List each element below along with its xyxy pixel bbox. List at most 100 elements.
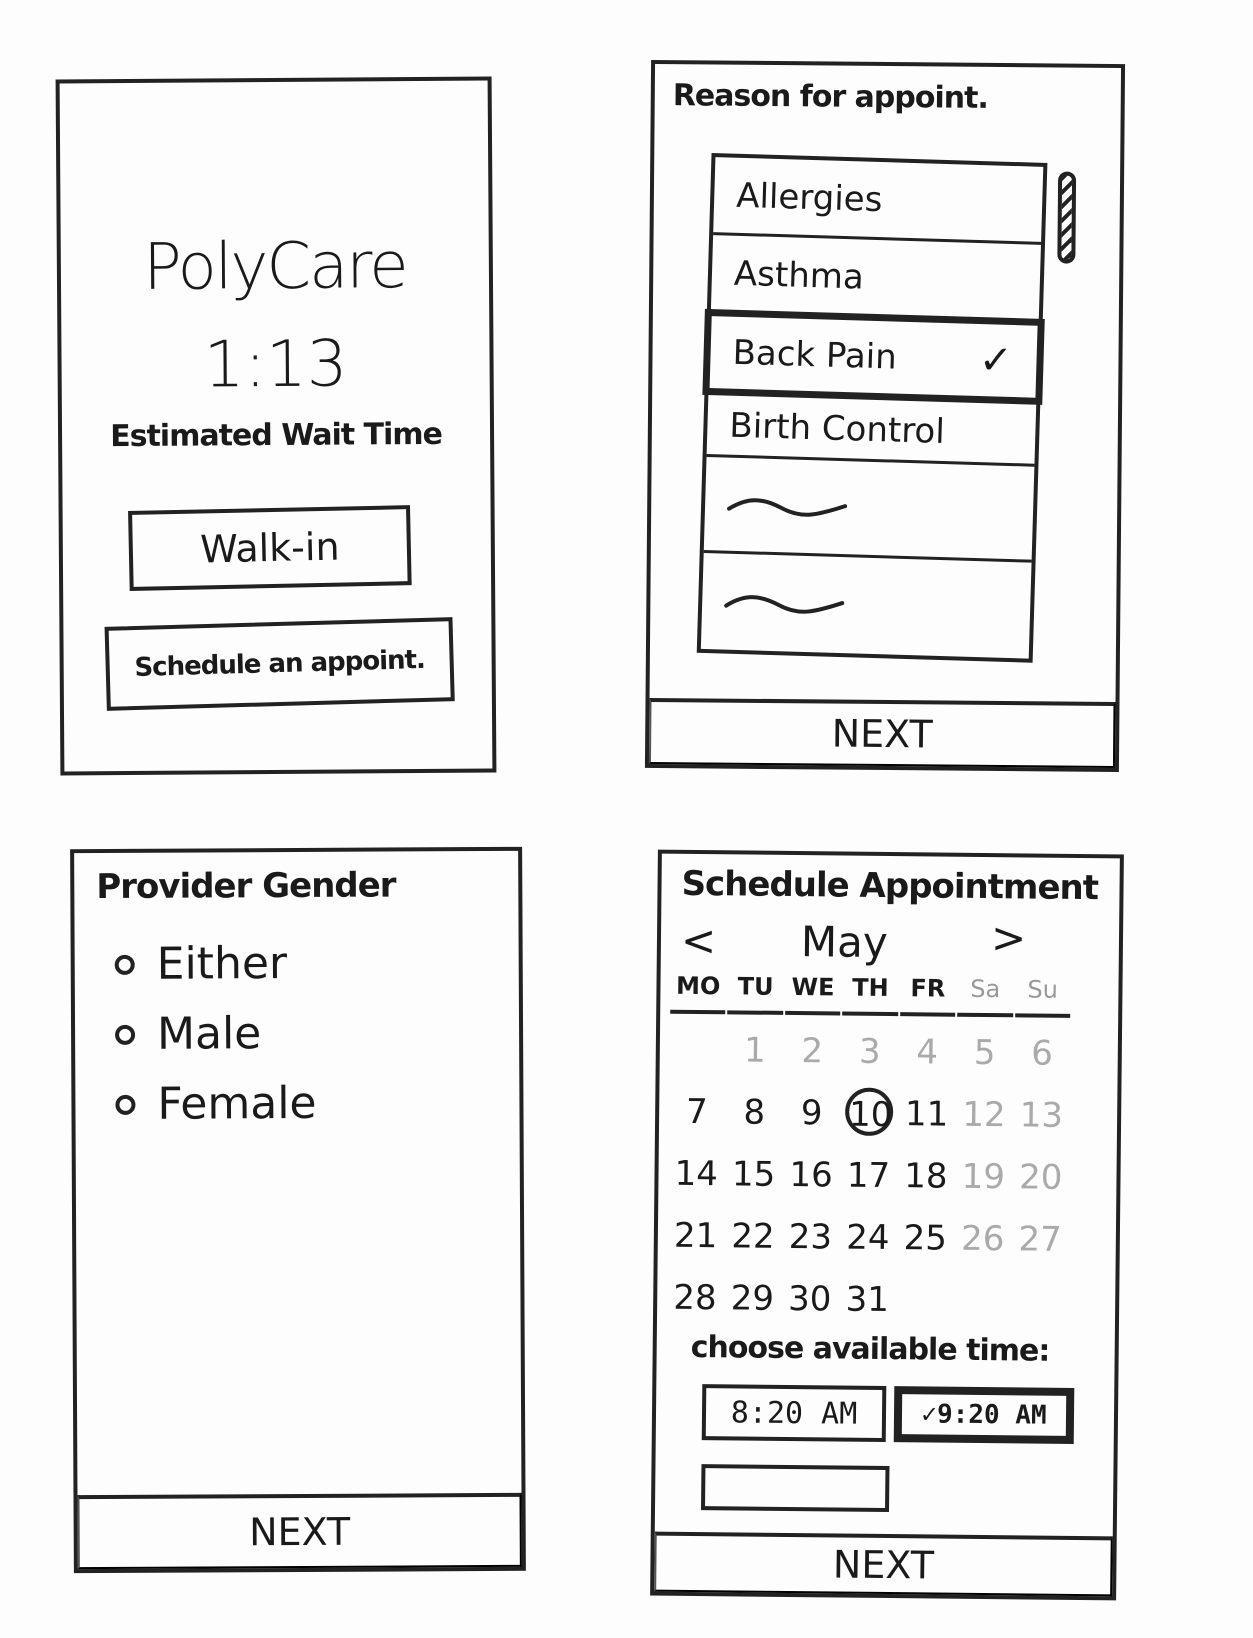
- choose-time-label: choose available time:: [690, 1329, 1050, 1369]
- time-slot-button[interactable]: 8:20 AM: [701, 1384, 887, 1442]
- calendar-day[interactable]: 31: [839, 1274, 895, 1327]
- weekday-header: FR: [899, 974, 956, 1017]
- calendar-day[interactable]: 24: [840, 1212, 896, 1265]
- weekday-header: TU: [727, 972, 784, 1015]
- weekday-header: Su: [1014, 975, 1071, 1018]
- reason-item-label: Back Pain: [732, 332, 898, 378]
- calendar-day[interactable]: 20: [1013, 1151, 1069, 1204]
- calendar-day[interactable]: 14: [668, 1148, 724, 1201]
- month-label: May: [800, 917, 889, 967]
- calendar-day-number: 29: [730, 1278, 775, 1319]
- calendar-day-number: 12: [962, 1094, 1006, 1136]
- calendar-day[interactable]: 29: [724, 1272, 780, 1325]
- time-slot-button-selected[interactable]: ✓9:20 AM: [893, 1386, 1075, 1444]
- calendar-day[interactable]: 11: [899, 1088, 955, 1141]
- reason-item-label: Allergies: [735, 175, 883, 220]
- wait-time-label: Estimated Wait Time: [110, 416, 443, 455]
- calendar-day[interactable]: 28: [667, 1272, 723, 1325]
- calendar-day[interactable]: 5: [957, 1027, 1013, 1080]
- option-female[interactable]: Female: [115, 1078, 317, 1130]
- screen-provider-gender: Provider Gender Either Male Female NEXT: [70, 846, 526, 1574]
- calendar-day-number: 19: [961, 1156, 1006, 1198]
- placeholder-squiggle: [724, 595, 845, 614]
- schedule-heading: Schedule Appointment: [681, 863, 1099, 909]
- calendar-day[interactable]: 9: [784, 1087, 840, 1140]
- calendar-day[interactable]: 16: [783, 1149, 839, 1202]
- option-either[interactable]: Either: [114, 938, 288, 990]
- calendar-day-number: 24: [846, 1217, 890, 1259]
- option-label: Male: [156, 1008, 262, 1060]
- calendar-day-number: 25: [903, 1218, 948, 1259]
- calendar-grid: MO TU WE TH FR Sa Su 1 2 3 4 5 6 7 8 9 10 11 12 13 14 15 16 17 1…: [667, 971, 1071, 1328]
- calendar-day[interactable]: 12: [956, 1089, 1012, 1142]
- reason-heading: Reason for appoint.: [672, 78, 988, 116]
- calendar-day-number: 14: [674, 1153, 719, 1195]
- calendar-day[interactable]: 6: [1014, 1027, 1070, 1080]
- calendar-day-number: 30: [787, 1278, 832, 1320]
- calendar-day-number: 21: [673, 1215, 718, 1257]
- calendar-day[interactable]: 15: [726, 1148, 782, 1201]
- reason-item-back-pain[interactable]: Back Pain ✓: [702, 308, 1045, 405]
- calendar-day[interactable]: 4: [899, 1026, 955, 1079]
- reason-item-label: Birth Control: [728, 405, 946, 452]
- screen-schedule: Schedule Appointment < May > MO TU WE TH FR S…: [650, 849, 1124, 1601]
- calendar-day-number: 16: [789, 1154, 833, 1196]
- calendar-day[interactable]: 19: [955, 1151, 1011, 1204]
- next-button[interactable]: NEXT: [77, 1492, 522, 1570]
- calendar-day[interactable]: 26: [955, 1213, 1011, 1266]
- screen-home: PolyCare 1:13 Estimated Wait Time Walk-i…: [55, 76, 497, 776]
- calendar-day[interactable]: 8: [726, 1086, 782, 1139]
- calendar-day-number: 13: [1019, 1095, 1064, 1136]
- reason-item-placeholder[interactable]: [701, 553, 1032, 659]
- radio-icon: [115, 1024, 136, 1045]
- schedule-appointment-button[interactable]: Schedule an appoint.: [104, 617, 455, 711]
- weekday-header: Sa: [957, 974, 1014, 1018]
- calendar-day[interactable]: 13: [1013, 1089, 1069, 1142]
- chevron-left-icon[interactable]: <: [681, 916, 717, 965]
- calendar-empty-cell: [954, 1275, 1010, 1328]
- reason-list: Allergies Asthma Back Pain ✓ Birth Contr…: [696, 153, 1048, 663]
- calendar-day-number: 1: [743, 1030, 766, 1071]
- calendar-day[interactable]: 3: [842, 1026, 898, 1079]
- calendar-day-number: 9: [800, 1093, 823, 1134]
- calendar-day[interactable]: 2: [784, 1025, 840, 1078]
- calendar-day-number: 22: [731, 1216, 775, 1257]
- scrollbar[interactable]: [1057, 171, 1077, 264]
- calendar-empty-cell: [1011, 1275, 1067, 1328]
- screen-reason: Reason for appoint. Allergies Asthma Bac…: [644, 59, 1126, 773]
- next-button[interactable]: NEXT: [648, 697, 1116, 769]
- walk-in-button[interactable]: Walk-in: [128, 505, 412, 591]
- app-title: PolyCare: [142, 229, 407, 305]
- calendar-day[interactable]: 18: [898, 1150, 954, 1203]
- calendar-day-number: 5: [973, 1032, 996, 1074]
- reason-item-birth-control[interactable]: Birth Control: [706, 395, 1037, 467]
- weekday-header: TH: [842, 973, 899, 1017]
- calendar-day-number: 10: [844, 1087, 894, 1137]
- chevron-right-icon[interactable]: >: [991, 913, 1027, 962]
- calendar-day-number: 17: [846, 1155, 891, 1197]
- calendar-day-number: 8: [743, 1092, 766, 1133]
- next-button[interactable]: NEXT: [654, 1531, 1113, 1597]
- calendar-day-number: 23: [788, 1216, 833, 1258]
- option-label: Either: [156, 938, 288, 990]
- calendar-day-number: 20: [1018, 1157, 1063, 1198]
- calendar-day-selected[interactable]: 10: [841, 1087, 897, 1141]
- calendar-day[interactable]: 21: [668, 1210, 724, 1263]
- reason-item-allergies[interactable]: Allergies: [713, 157, 1044, 245]
- reason-item-placeholder[interactable]: [703, 456, 1035, 563]
- calendar-day[interactable]: 23: [782, 1211, 838, 1264]
- calendar-day[interactable]: 7: [669, 1086, 725, 1139]
- calendar-day[interactable]: 30: [782, 1273, 838, 1326]
- calendar-day-number: 3: [858, 1031, 881, 1072]
- calendar-day[interactable]: 17: [841, 1150, 897, 1203]
- calendar-day[interactable]: 22: [725, 1210, 781, 1263]
- wait-time: 1:13: [203, 327, 348, 403]
- calendar-day[interactable]: 1: [727, 1024, 783, 1077]
- time-slot-empty[interactable]: [701, 1464, 890, 1513]
- option-male[interactable]: Male: [115, 1008, 261, 1060]
- weekday-header: MO: [670, 971, 727, 1015]
- calendar-day[interactable]: 25: [897, 1212, 953, 1265]
- calendar-day[interactable]: 27: [1012, 1213, 1068, 1266]
- calendar-day-number: 7: [685, 1091, 708, 1133]
- calendar-day-number: 2: [801, 1031, 824, 1072]
